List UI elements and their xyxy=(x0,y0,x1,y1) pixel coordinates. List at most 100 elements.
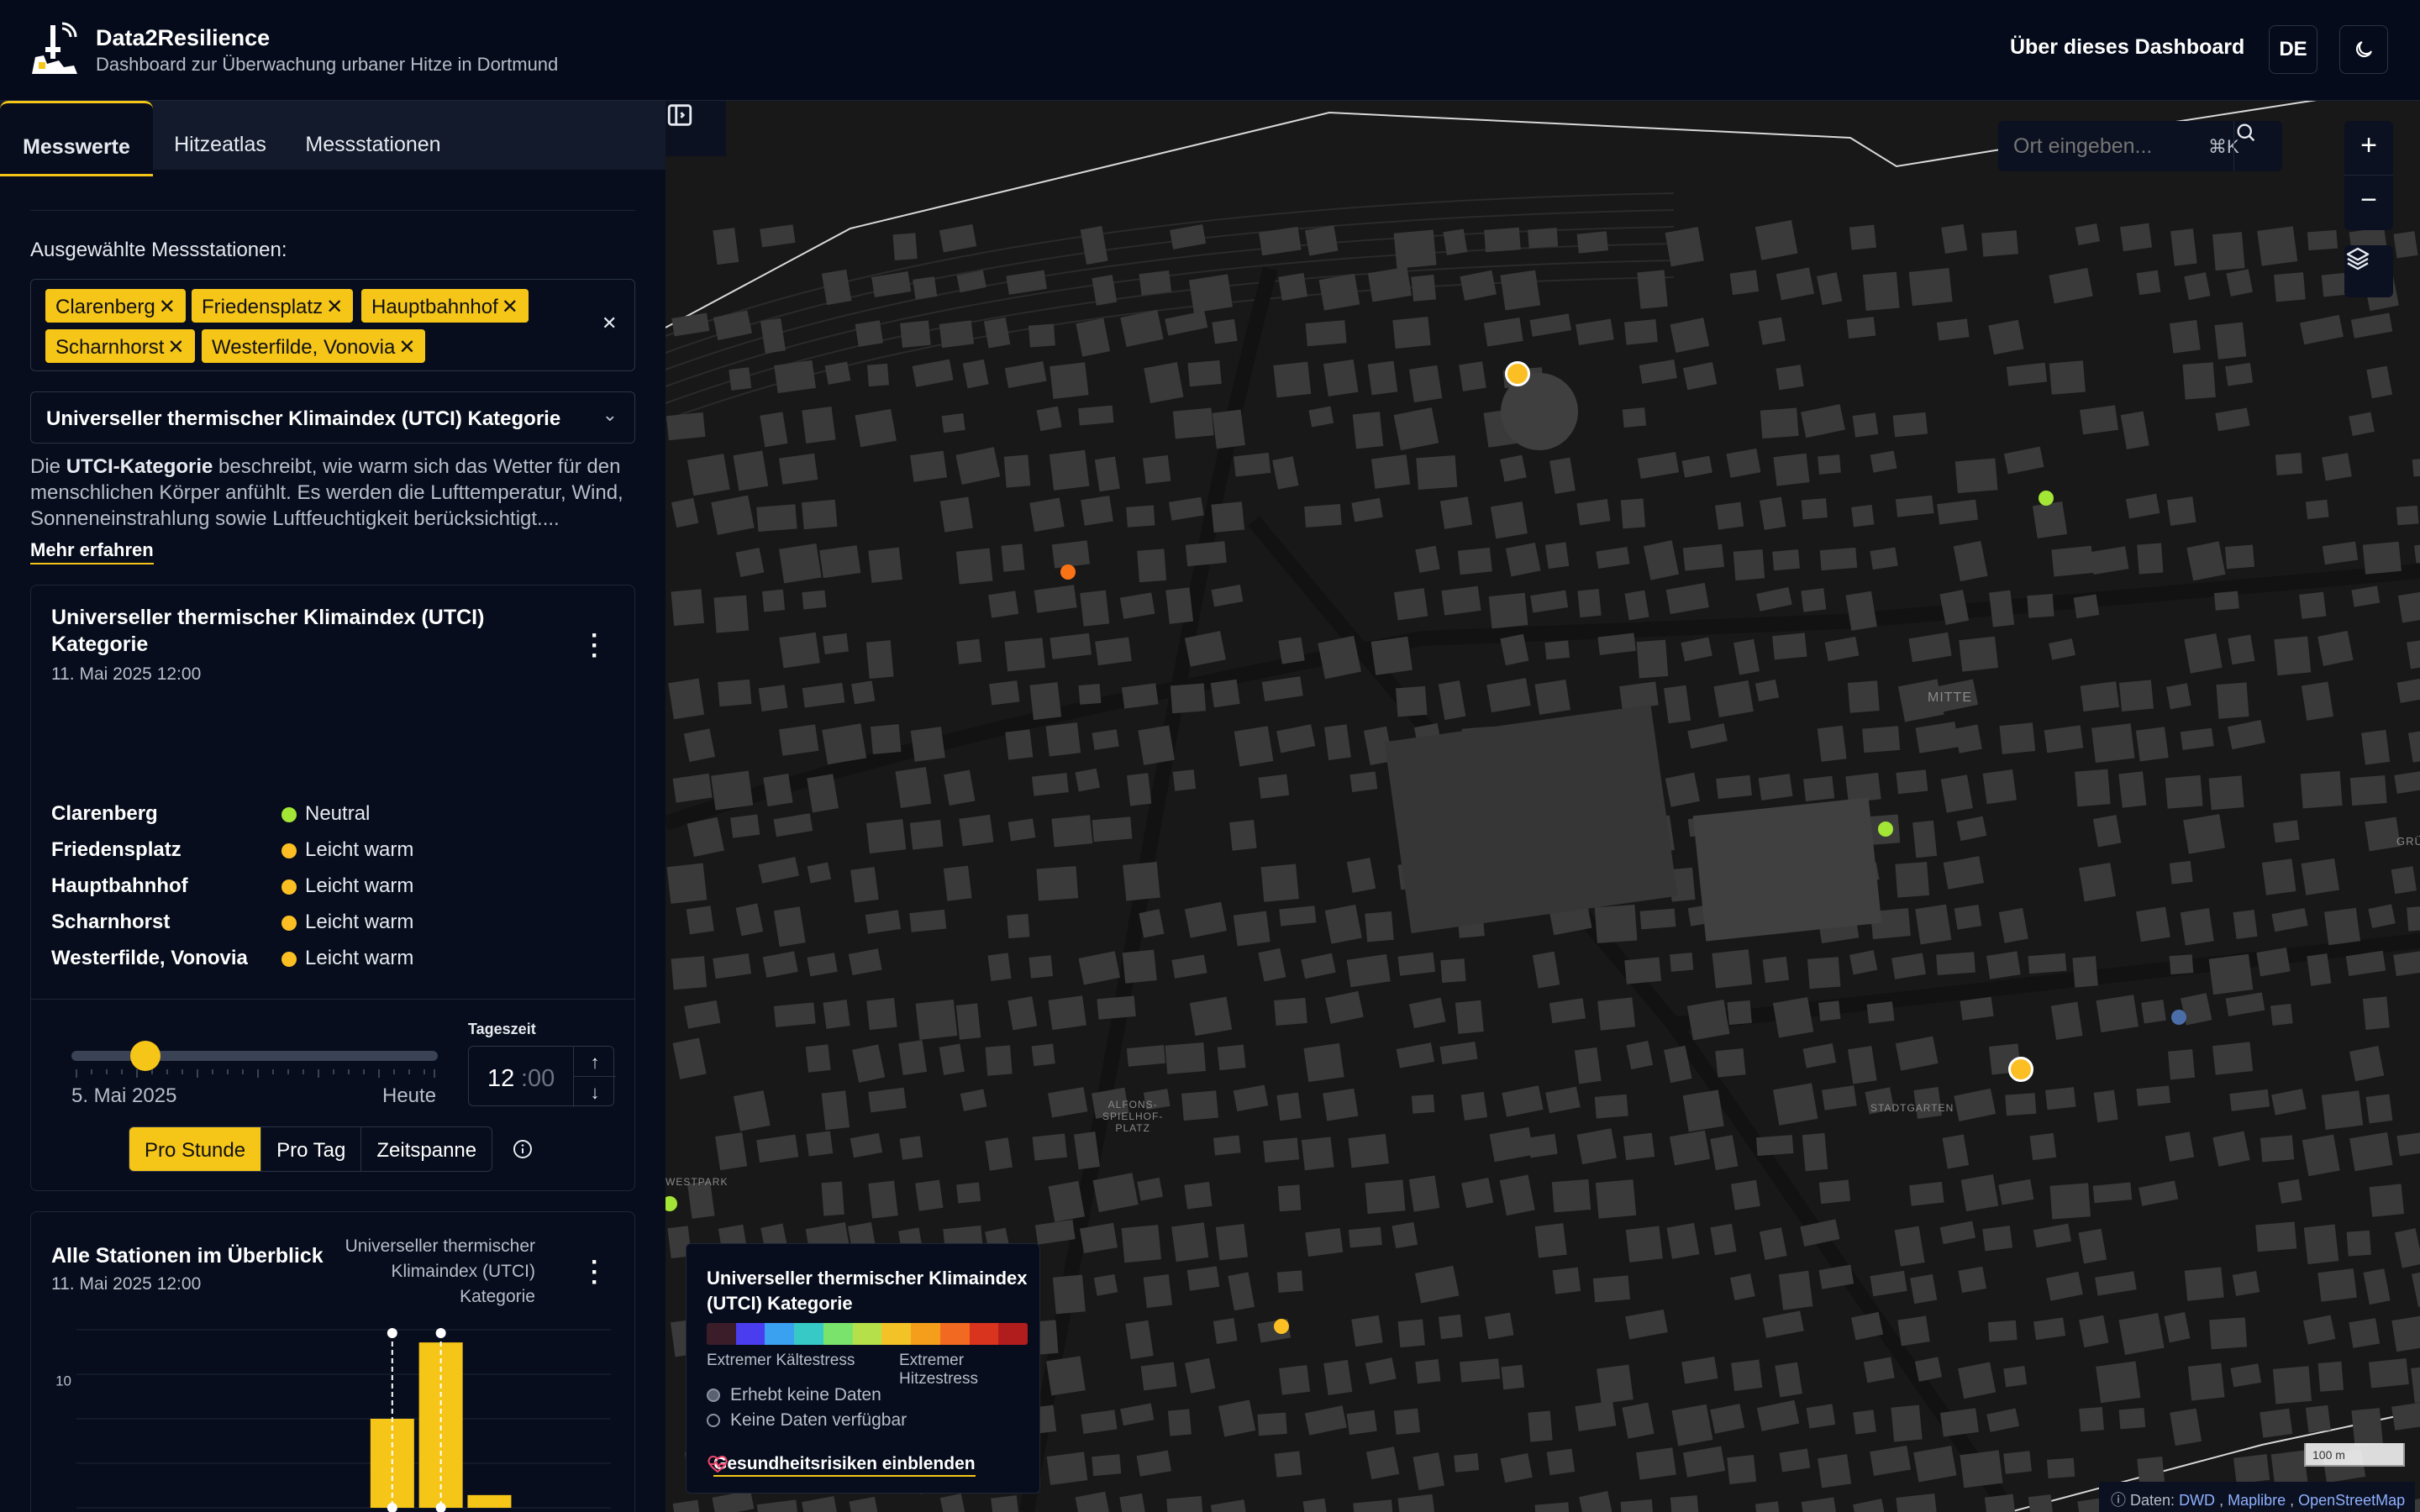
map-building xyxy=(1958,1266,1987,1294)
map-building xyxy=(915,999,958,1040)
map-building xyxy=(779,453,818,485)
station-marker-selected[interactable] xyxy=(2008,1057,2033,1082)
map-building xyxy=(1937,499,1979,525)
map[interactable]: ⌘K + − MITTE STADTGARTEN WESTPARK ALFONS… xyxy=(666,101,2420,1512)
map-building xyxy=(2391,1401,2420,1431)
stations-label: Ausgewählte Messstationen: xyxy=(30,239,287,261)
health-risks-link[interactable]: Gesundheitsrisiken einblenden xyxy=(707,1454,976,1477)
attribution-link[interactable]: DWD xyxy=(2179,1492,2215,1509)
map-building xyxy=(1756,1135,1794,1157)
remove-chip-icon[interactable]: ✕ xyxy=(398,336,415,359)
map-building xyxy=(773,813,813,837)
remove-chip-icon[interactable]: ✕ xyxy=(326,296,343,318)
station-marker[interactable] xyxy=(1274,1319,1289,1334)
map-building xyxy=(1716,774,1752,800)
map-building xyxy=(1505,542,1541,577)
map-building xyxy=(1305,225,1339,256)
station-marker[interactable] xyxy=(1060,564,1076,580)
map-building xyxy=(823,999,850,1029)
more-options-icon[interactable]: · · · xyxy=(582,623,608,669)
mode-per-day-button[interactable]: Pro Tag xyxy=(261,1127,362,1171)
map-building xyxy=(773,1002,816,1027)
mode-timespan-button[interactable]: Zeitspanne xyxy=(361,1127,492,1171)
arrow-down-icon[interactable]: ↓ xyxy=(574,1077,616,1107)
mode-per-hour-button[interactable]: Pro Stunde xyxy=(129,1127,262,1171)
about-dashboard-link[interactable]: Über dieses Dashboard xyxy=(2010,35,2244,60)
map-building xyxy=(1126,505,1155,528)
attribution-link[interactable]: Maplibre xyxy=(2228,1492,2286,1509)
map-building xyxy=(1050,633,1092,659)
tab-hitzeatlas[interactable]: Hitzeatlas xyxy=(161,101,279,176)
map-building xyxy=(1665,227,1704,267)
station-marker[interactable] xyxy=(2171,1010,2186,1025)
map-building xyxy=(2260,1408,2293,1438)
metric-select[interactable]: Universeller thermischer Klimaindex (UTC… xyxy=(30,391,635,444)
map-building xyxy=(2165,774,2203,809)
map-building xyxy=(1006,270,1047,295)
tab-messwerte[interactable]: Messwerte xyxy=(0,101,153,176)
map-building xyxy=(1956,816,1987,842)
more-options-icon[interactable]: · · · xyxy=(582,1250,608,1295)
remove-chip-icon[interactable]: ✕ xyxy=(167,336,184,359)
station-chip[interactable]: Hauptbahnhof ✕ xyxy=(361,289,529,323)
layers-button[interactable] xyxy=(2344,245,2393,297)
map-building xyxy=(1304,503,1342,528)
tab-messstationen[interactable]: Messstationen xyxy=(296,101,450,176)
map-building xyxy=(1323,359,1359,397)
map-building xyxy=(855,408,897,448)
theme-toggle-button[interactable] xyxy=(2339,25,2388,74)
map-building xyxy=(2225,992,2265,1016)
map-building xyxy=(1185,541,1227,567)
map-building xyxy=(1853,1499,1887,1512)
map-building xyxy=(1075,768,1100,792)
map-building xyxy=(2073,594,2100,619)
location-search-input[interactable] xyxy=(1998,121,2233,171)
arrow-up-icon[interactable]: ↑ xyxy=(574,1047,616,1077)
info-icon[interactable]: ⓘ xyxy=(2111,1492,2130,1509)
zoom-in-button[interactable]: + xyxy=(2344,121,2393,175)
map-building xyxy=(1801,1497,1837,1512)
attribution-link[interactable]: OpenStreetMap xyxy=(2298,1492,2405,1509)
station-marker[interactable] xyxy=(2039,491,2054,506)
map-building xyxy=(1078,405,1114,426)
map-building xyxy=(1729,270,1760,296)
time-input[interactable]: 12 :00 ↑ ↓ xyxy=(468,1046,616,1107)
map-building xyxy=(1500,454,1527,482)
map-label-edge: GRÜ xyxy=(2396,835,2420,848)
learn-more-link[interactable]: Mehr erfahren xyxy=(30,539,154,564)
station-chip[interactable]: Westerfilde, Vonovia ✕ xyxy=(202,329,426,363)
map-building xyxy=(2272,1366,2312,1404)
station-chip[interactable]: Friedensplatz ✕ xyxy=(192,289,354,323)
map-building xyxy=(1092,1173,1139,1213)
overview-title: Alle Stationen im Überblick xyxy=(51,1244,324,1268)
date-slider-thumb[interactable] xyxy=(130,1041,160,1071)
map-building xyxy=(2307,229,2338,251)
date-slider[interactable] xyxy=(71,1051,438,1061)
map-building xyxy=(671,589,705,627)
map-building xyxy=(955,548,993,585)
map-building xyxy=(2396,505,2419,526)
language-button[interactable]: DE xyxy=(2269,25,2317,74)
map-building xyxy=(1594,904,1638,943)
search-button[interactable] xyxy=(2233,121,2282,171)
map-building xyxy=(1897,1315,1930,1347)
map-building xyxy=(1367,266,1412,302)
map-building xyxy=(1349,771,1378,793)
station-marker-selected[interactable] xyxy=(1505,361,1530,386)
zoom-out-button[interactable]: − xyxy=(2344,175,2393,228)
station-chip[interactable]: Clarenberg ✕ xyxy=(45,289,186,323)
map-building xyxy=(1714,501,1744,530)
station-chip[interactable]: Scharnhorst ✕ xyxy=(45,329,195,363)
remove-chip-icon[interactable]: ✕ xyxy=(502,296,518,318)
map-building xyxy=(989,680,1020,706)
clear-stations-icon[interactable]: ✕ xyxy=(602,312,617,334)
time-hours[interactable]: 12 xyxy=(487,1065,514,1093)
map-building xyxy=(1936,952,1975,975)
station-marker[interactable] xyxy=(1878,822,1893,837)
map-building xyxy=(1818,1179,1851,1205)
map-building xyxy=(802,407,836,444)
remove-chip-icon[interactable]: ✕ xyxy=(159,296,176,318)
map-building xyxy=(1726,448,1761,478)
info-icon[interactable] xyxy=(512,1138,534,1160)
sidebar-toggle-button[interactable] xyxy=(666,101,726,156)
